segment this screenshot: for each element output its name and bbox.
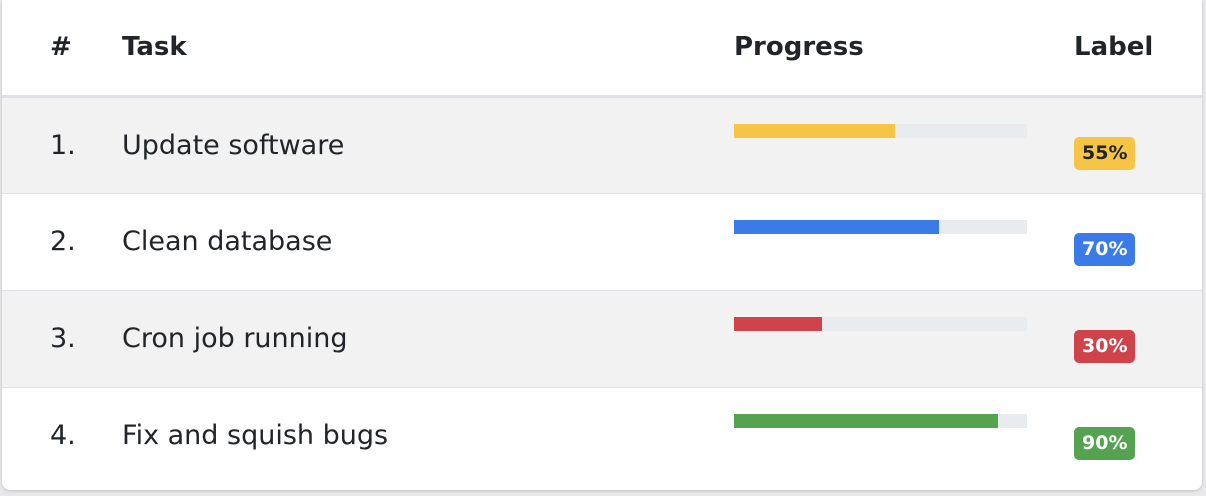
- table-body: 1. Update software 55% 2. Clean database: [2, 96, 1202, 484]
- label-cell: 30%: [1074, 290, 1202, 387]
- progress-track: [734, 219, 1027, 234]
- task-table: # Task Progress Label 1. Update software…: [2, 0, 1202, 484]
- task-name: Cron job running: [122, 323, 348, 354]
- row-number: 3.: [50, 323, 76, 354]
- task-name: Update software: [122, 129, 345, 161]
- row-number: 1.: [50, 129, 76, 161]
- header-task: Task: [122, 32, 187, 63]
- percent-badge: 90%: [1074, 426, 1136, 461]
- header-row: # Task Progress Label: [2, 0, 1202, 96]
- table-row: 3. Cron job running 30%: [2, 290, 1202, 387]
- table-header: # Task Progress Label: [2, 0, 1202, 96]
- percent-badge: 70%: [1074, 232, 1136, 267]
- progress-track: [734, 123, 1027, 138]
- progress-fill: [734, 413, 998, 428]
- header-label: Label: [1074, 32, 1154, 63]
- table-row: 1. Update software 55%: [2, 96, 1202, 193]
- percent-badge: 30%: [1074, 329, 1136, 364]
- label-cell: 70%: [1074, 193, 1202, 290]
- row-number: 2.: [50, 226, 76, 257]
- progress-track: [734, 316, 1027, 331]
- table-row: 4. Fix and squish bugs 90%: [2, 387, 1202, 484]
- progress-fill: [734, 123, 896, 138]
- table-row: 2. Clean database 70%: [2, 193, 1202, 290]
- task-name: Clean database: [122, 226, 333, 257]
- progress-cell: [734, 290, 1074, 387]
- header-progress: Progress: [734, 32, 864, 63]
- progress-cell: [734, 96, 1074, 193]
- progress-cell: [734, 193, 1074, 290]
- progress-fill: [734, 219, 940, 234]
- progress-track: [734, 413, 1027, 428]
- percent-badge: 55%: [1074, 136, 1136, 171]
- label-cell: 90%: [1074, 387, 1202, 484]
- progress-cell: [734, 387, 1074, 484]
- progress-fill: [734, 316, 822, 331]
- row-number: 4.: [50, 420, 76, 452]
- task-progress-card: # Task Progress Label 1. Update software…: [2, 0, 1202, 490]
- header-number: #: [50, 32, 72, 63]
- label-cell: 55%: [1074, 96, 1202, 193]
- task-name: Fix and squish bugs: [122, 420, 389, 452]
